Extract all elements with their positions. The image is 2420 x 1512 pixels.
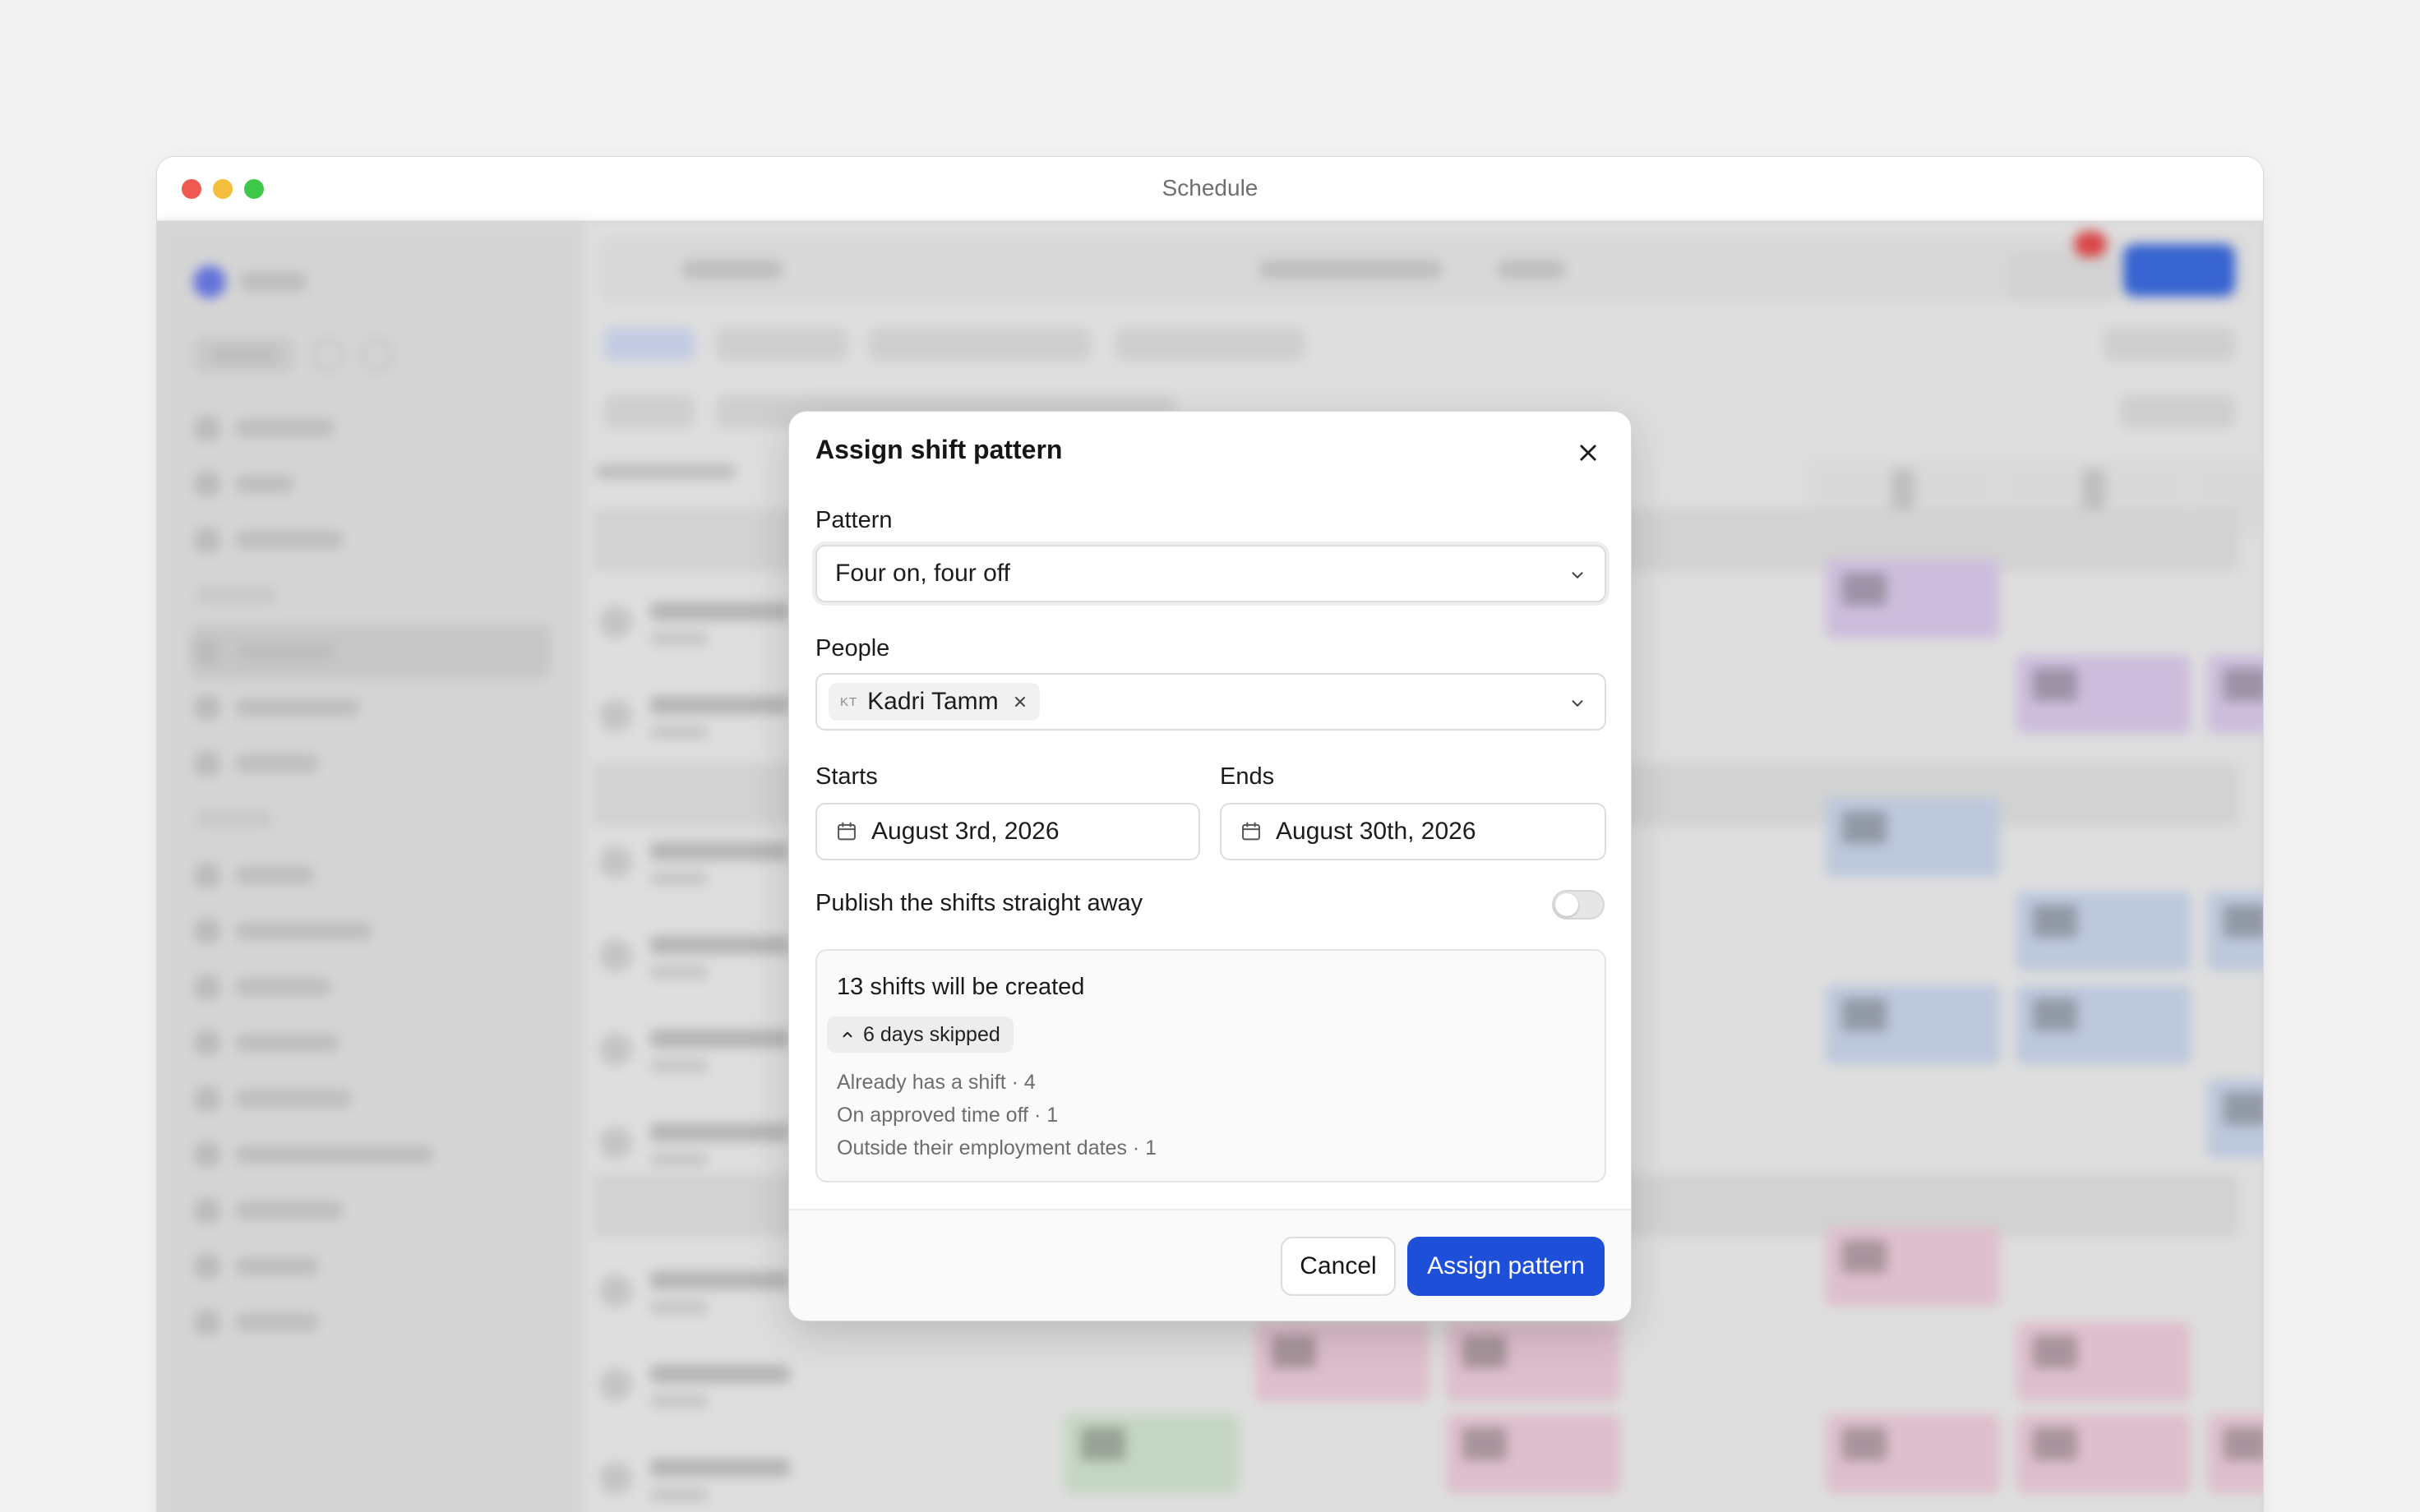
chevron-down-icon bbox=[1572, 572, 1583, 579]
people-select[interactable]: KT Kadri Tamm bbox=[815, 673, 1606, 731]
end-date-value: August 30th, 2026 bbox=[1276, 818, 1476, 845]
summary-panel: 13 shifts will be created 6 days skipped… bbox=[815, 949, 1606, 1182]
cancel-button[interactable]: Cancel bbox=[1281, 1237, 1396, 1296]
skipped-days-label: 6 days skipped bbox=[863, 1022, 1000, 1046]
publish-toggle[interactable] bbox=[1552, 890, 1605, 920]
dialog-footer: Cancel Assign pattern bbox=[789, 1209, 1631, 1321]
pattern-label: Pattern bbox=[815, 507, 893, 533]
skip-reason: On approved time off · 1 bbox=[837, 1104, 1059, 1127]
person-name: Kadri Tamm bbox=[867, 688, 999, 715]
toggle-knob bbox=[1555, 893, 1578, 916]
close-icon bbox=[1580, 445, 1596, 461]
starts-label: Starts bbox=[815, 763, 878, 790]
publish-label: Publish the shifts straight away bbox=[815, 890, 1143, 916]
remove-icon[interactable] bbox=[1012, 694, 1028, 710]
skip-reason: Already has a shift · 4 bbox=[837, 1071, 1036, 1094]
people-label: People bbox=[815, 635, 890, 662]
summary-title: 13 shifts will be created bbox=[837, 974, 1085, 1000]
ends-label: Ends bbox=[1220, 763, 1275, 790]
end-date-input[interactable]: August 30th, 2026 bbox=[1220, 803, 1606, 860]
chevron-down-icon bbox=[1572, 700, 1583, 707]
skipped-days-toggle[interactable]: 6 days skipped bbox=[827, 1016, 1014, 1053]
assign-pattern-button[interactable]: Assign pattern bbox=[1407, 1237, 1605, 1296]
skip-reason: Outside their employment dates · 1 bbox=[837, 1136, 1157, 1159]
window-title: Schedule bbox=[1162, 175, 1258, 201]
pattern-select[interactable]: Four on, four off bbox=[815, 545, 1606, 602]
calendar-icon bbox=[1242, 822, 1260, 841]
dialog-title: Assign shift pattern bbox=[815, 435, 1063, 464]
calendar-icon bbox=[838, 822, 856, 841]
pattern-value: Four on, four off bbox=[835, 560, 1010, 587]
title-bar: Schedule bbox=[157, 157, 2263, 221]
start-date-value: August 3rd, 2026 bbox=[871, 818, 1060, 845]
person-initials: KT bbox=[840, 694, 858, 709]
chevron-up-icon bbox=[843, 1031, 852, 1038]
assign-shift-pattern-dialog: Assign shift pattern Pattern Four on, fo… bbox=[788, 411, 1632, 1321]
start-date-input[interactable]: August 3rd, 2026 bbox=[815, 803, 1200, 860]
close-dialog-button[interactable] bbox=[1565, 430, 1611, 476]
person-chip: KT Kadri Tamm bbox=[829, 683, 1040, 721]
